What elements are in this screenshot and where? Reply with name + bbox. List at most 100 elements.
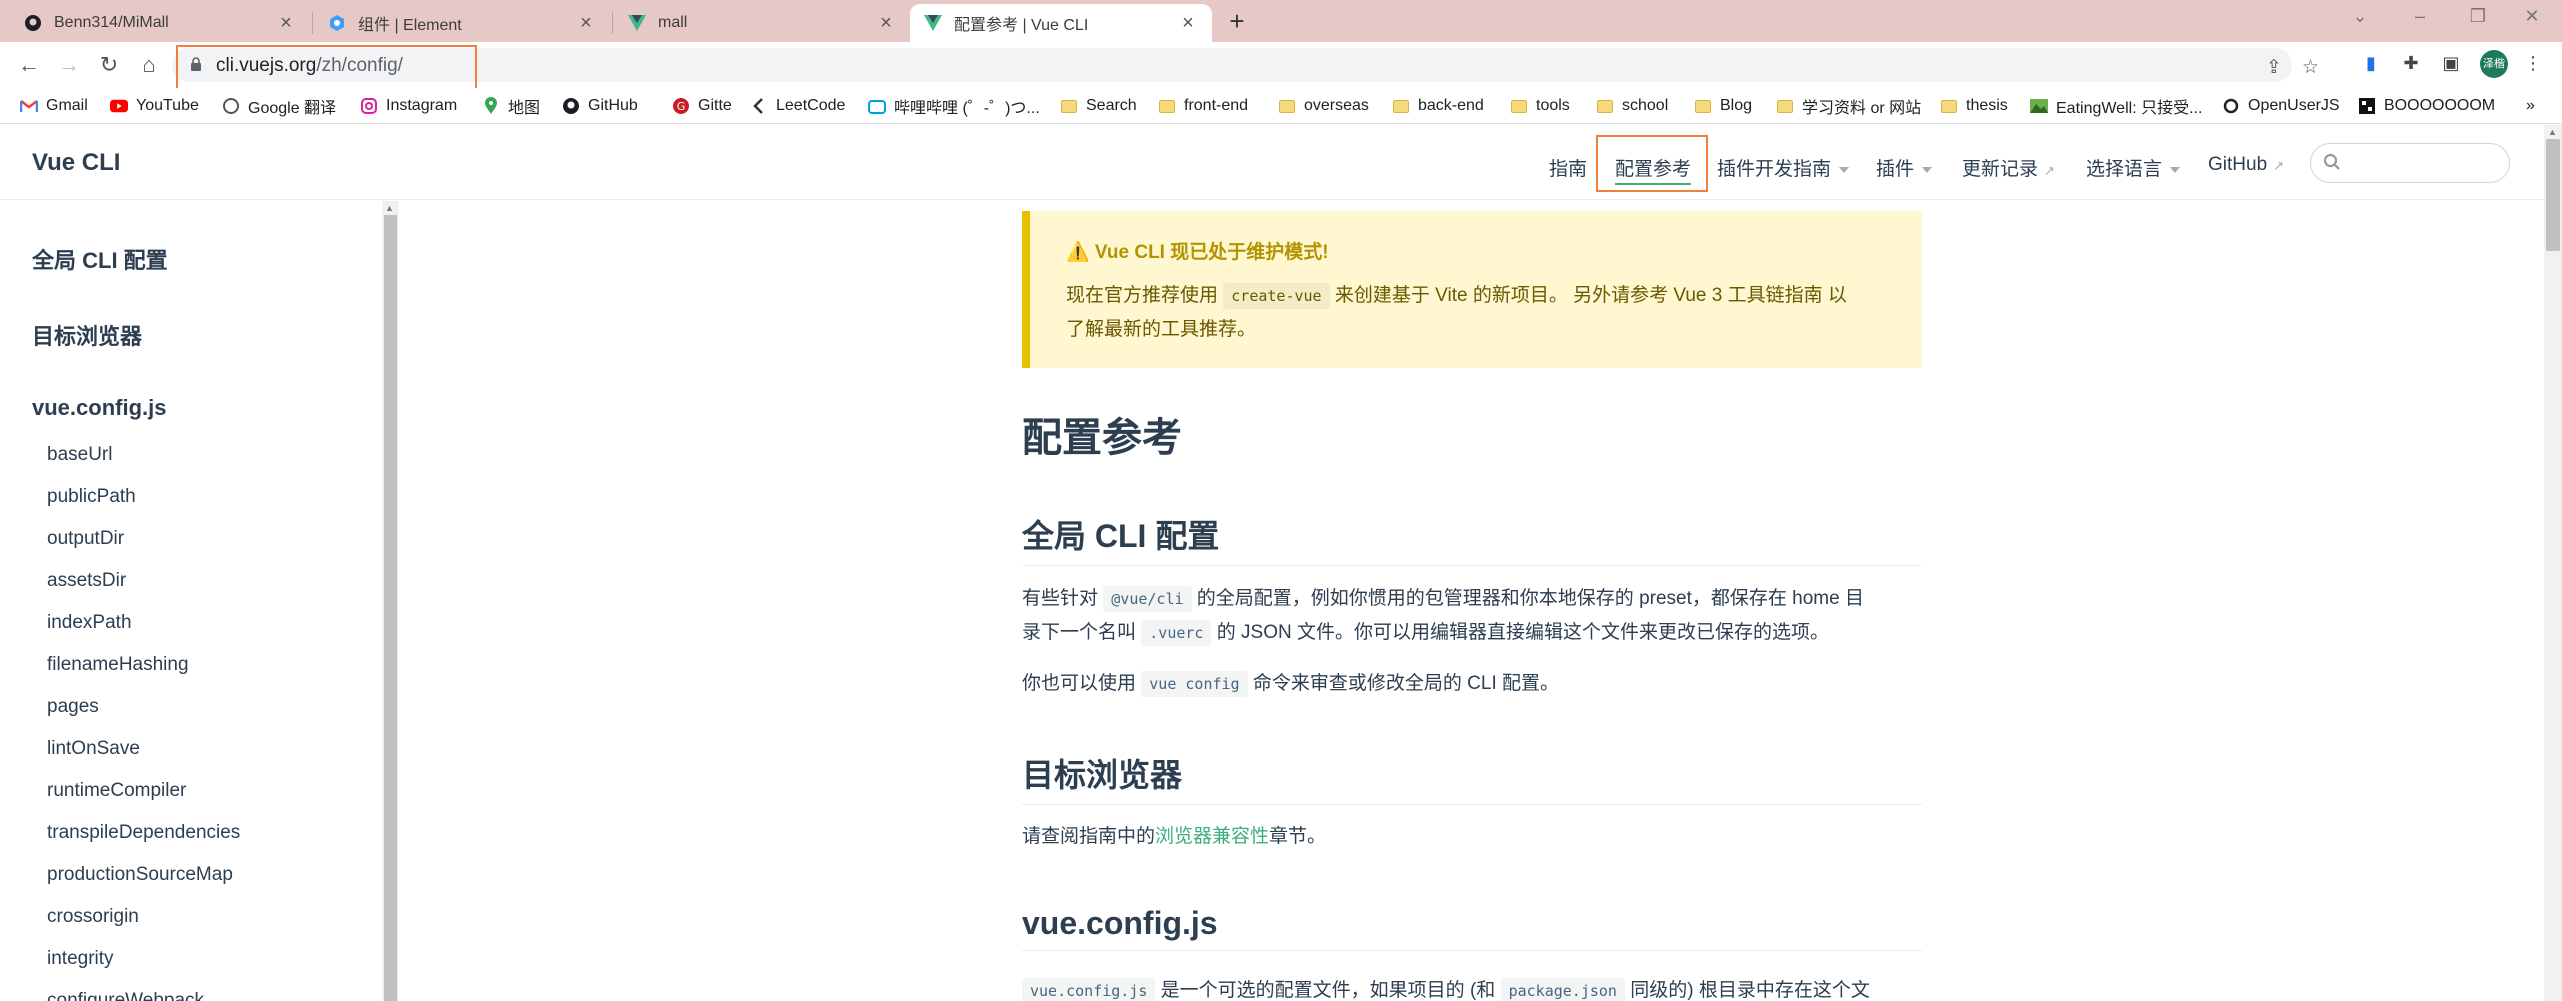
warning-body: 现在官方推荐使用 create-vue 来创建基于 Vite 的新项目。 另外请… bbox=[1066, 279, 1906, 347]
sidebar-item-indexpath[interactable]: indexPath bbox=[47, 612, 132, 634]
restore-button[interactable]: ❐ bbox=[2448, 0, 2508, 36]
share-icon[interactable]: ⇪ bbox=[2266, 56, 2282, 79]
sidebar-scrollbar-thumb[interactable] bbox=[384, 215, 397, 1001]
paragraph-text: 请查阅指南中的 bbox=[1022, 826, 1156, 847]
bookmark-folder-search[interactable]: Search bbox=[1060, 93, 1137, 119]
tab-mall[interactable]: mall × bbox=[614, 4, 910, 42]
page-scrollbar-thumb[interactable] bbox=[2546, 139, 2560, 251]
sidebar-item-lintonsave[interactable]: lintOnSave bbox=[47, 738, 140, 760]
instagram-icon bbox=[360, 97, 378, 115]
side-panel-icon[interactable]: ▣ bbox=[2438, 50, 2464, 76]
bookmark-star-icon[interactable]: ☆ bbox=[2302, 56, 2319, 79]
bookmark-label: YouTube bbox=[136, 97, 199, 114]
section-heading-global-cli: 全局 CLI 配置 bbox=[1022, 511, 1922, 566]
bookmark-folder-thesis[interactable]: thesis bbox=[1940, 93, 2008, 119]
page-scrollbar-track[interactable] bbox=[2544, 125, 2562, 1001]
nav-link-guide[interactable]: 指南 bbox=[1549, 154, 1587, 181]
sidebar-heading-global-cli[interactable]: 全局 CLI 配置 bbox=[32, 243, 168, 275]
bookmark-openuserjs[interactable]: OpenUserJS bbox=[2222, 93, 2340, 119]
nav-link-label: GitHub bbox=[2208, 154, 2268, 175]
minimize-button[interactable]: – bbox=[2390, 0, 2450, 36]
sidebar-scroll-up-icon[interactable]: ▲ bbox=[385, 203, 394, 213]
bookmark-github[interactable]: GitHub bbox=[562, 93, 638, 119]
bookmark-leetcode[interactable]: LeetCode bbox=[750, 93, 845, 119]
sidebar-heading-vue-config[interactable]: vue.config.js bbox=[32, 395, 166, 421]
bookmark-google-translate[interactable]: Google 翻译 bbox=[222, 93, 336, 119]
bookmark-label: thesis bbox=[1966, 97, 2008, 114]
sidebar-item-transpiledependencies[interactable]: transpileDependencies bbox=[47, 822, 240, 844]
sidebar-item-outputdir[interactable]: outputDir bbox=[47, 528, 124, 550]
close-icon[interactable]: × bbox=[876, 12, 896, 35]
nav-link-changelog[interactable]: 更新记录 ↗ bbox=[1962, 154, 2055, 181]
bookmark-folder-study[interactable]: 学习资料 or 网站 bbox=[1776, 93, 1921, 119]
sidebar-item-publicpath[interactable]: publicPath bbox=[47, 486, 136, 508]
nav-link-plugin-dev-guide[interactable]: 插件开发指南 bbox=[1717, 154, 1850, 181]
sidebar-item-filenamehashing[interactable]: filenameHashing bbox=[47, 654, 189, 676]
gitee-icon: G bbox=[672, 97, 690, 115]
sidebar-item-crossorigin[interactable]: crossorigin bbox=[47, 906, 139, 928]
tab-search-icon[interactable]: ⌄ bbox=[2330, 0, 2390, 36]
new-tab-button[interactable]: + bbox=[1220, 4, 1254, 38]
sidebar-item-assetsdir[interactable]: assetsDir bbox=[47, 570, 126, 592]
close-icon[interactable]: × bbox=[1178, 12, 1198, 35]
back-button[interactable]: ← bbox=[14, 50, 44, 80]
forward-button[interactable]: → bbox=[54, 50, 84, 80]
nav-link-github[interactable]: GitHub ↗ bbox=[2208, 154, 2284, 176]
menu-icon[interactable]: ⋮ bbox=[2520, 50, 2546, 76]
nav-link-label: 选择语言 bbox=[2086, 159, 2163, 180]
sidebar-item-productionsourcemap[interactable]: productionSourceMap bbox=[47, 864, 233, 886]
chevron-down-icon bbox=[2170, 166, 2181, 173]
inline-code: .vuerc bbox=[1141, 620, 1212, 646]
maintenance-warning: ⚠️ Vue CLI 现已处于维护模式! 现在官方推荐使用 create-vue… bbox=[1022, 211, 1922, 368]
paragraph-text: 同级的) 根目录中存在这个文 bbox=[1624, 980, 1870, 1001]
translate-icon bbox=[222, 97, 240, 115]
bookmark-gmail[interactable]: Gmail bbox=[20, 93, 88, 119]
home-button[interactable]: ⌂ bbox=[134, 50, 164, 80]
folder-icon bbox=[1596, 97, 1614, 115]
bookmark-folder-overseas[interactable]: overseas bbox=[1278, 93, 1369, 119]
close-window-button[interactable]: ✕ bbox=[2502, 0, 2562, 36]
bookmark-maps[interactable]: 地图 bbox=[482, 93, 540, 119]
bookmark-youtube[interactable]: YouTube bbox=[110, 93, 199, 119]
sidebar-heading-browser-targets[interactable]: 目标浏览器 bbox=[32, 319, 142, 351]
puzzle-icon[interactable]: ✚ bbox=[2398, 50, 2424, 76]
nav-link-language[interactable]: 选择语言 bbox=[2086, 154, 2181, 181]
bookmark-bilibili[interactable]: 哔哩哔哩 (゜-゜)つ... bbox=[868, 93, 1040, 119]
github-icon bbox=[562, 97, 580, 115]
bookmark-folder-school[interactable]: school bbox=[1596, 93, 1668, 119]
close-icon[interactable]: × bbox=[576, 12, 596, 35]
reload-button[interactable]: ↻ bbox=[94, 50, 124, 80]
bookmarks-overflow-button[interactable]: » bbox=[2526, 93, 2535, 119]
paragraph-browser-targets: 请查阅指南中的浏览器兼容性章节。 bbox=[1022, 820, 1922, 854]
bookmark-folder-tools[interactable]: tools bbox=[1510, 93, 1570, 119]
tab-vue-cli-config[interactable]: 配置参考 | Vue CLI × bbox=[910, 4, 1212, 42]
tab-element[interactable]: 组件 | Element × bbox=[314, 4, 610, 42]
search-input[interactable] bbox=[2310, 143, 2510, 183]
bookmark-boooooom[interactable]: BOOOOOOOM bbox=[2358, 93, 2495, 119]
page-scroll-up-icon[interactable]: ▲ bbox=[2548, 127, 2557, 137]
bookmark-gitee[interactable]: G Gitte bbox=[672, 93, 732, 119]
bookmark-folder-front-end[interactable]: front-end bbox=[1158, 93, 1248, 119]
sidebar-item-runtimecompiler[interactable]: runtimeCompiler bbox=[47, 780, 186, 802]
extension-icon[interactable]: ▮ bbox=[2358, 50, 2384, 76]
sidebar-item-baseurl[interactable]: baseUrl bbox=[47, 444, 112, 466]
bookmark-eatingwell[interactable]: EatingWell: 只接受... bbox=[2030, 93, 2202, 119]
profile-avatar[interactable]: 泽楷 bbox=[2480, 50, 2508, 78]
vue-icon bbox=[628, 14, 646, 32]
sidebar-item-integrity[interactable]: integrity bbox=[47, 948, 114, 970]
close-icon[interactable]: × bbox=[276, 12, 296, 35]
bookmark-label: Search bbox=[1086, 97, 1137, 114]
section-heading-browser-targets: 目标浏览器 bbox=[1022, 750, 1922, 805]
bookmark-folder-back-end[interactable]: back-end bbox=[1392, 93, 1484, 119]
bookmark-folder-blog[interactable]: Blog bbox=[1694, 93, 1752, 119]
browser-compat-link[interactable]: 浏览器兼容性 bbox=[1155, 826, 1269, 847]
sidebar-item-configurewebpack[interactable]: configureWebpack bbox=[47, 990, 204, 1001]
address-bar[interactable]: cli.vuejs.org/zh/config/ ⇪ ☆ bbox=[172, 48, 2319, 82]
paragraph-global-cli-2: 你也可以使用 vue config 命令来审查或修改全局的 CLI 配置。 bbox=[1022, 667, 1922, 701]
nav-link-plugins[interactable]: 插件 bbox=[1876, 154, 1933, 181]
site-brand[interactable]: Vue CLI bbox=[32, 149, 120, 177]
sidebar-item-pages[interactable]: pages bbox=[47, 696, 99, 718]
nav-link-label: 插件开发指南 bbox=[1717, 159, 1832, 180]
tab-benn314-mimall[interactable]: Benn314/MiMall × bbox=[10, 4, 310, 42]
bookmark-instagram[interactable]: Instagram bbox=[360, 93, 457, 119]
